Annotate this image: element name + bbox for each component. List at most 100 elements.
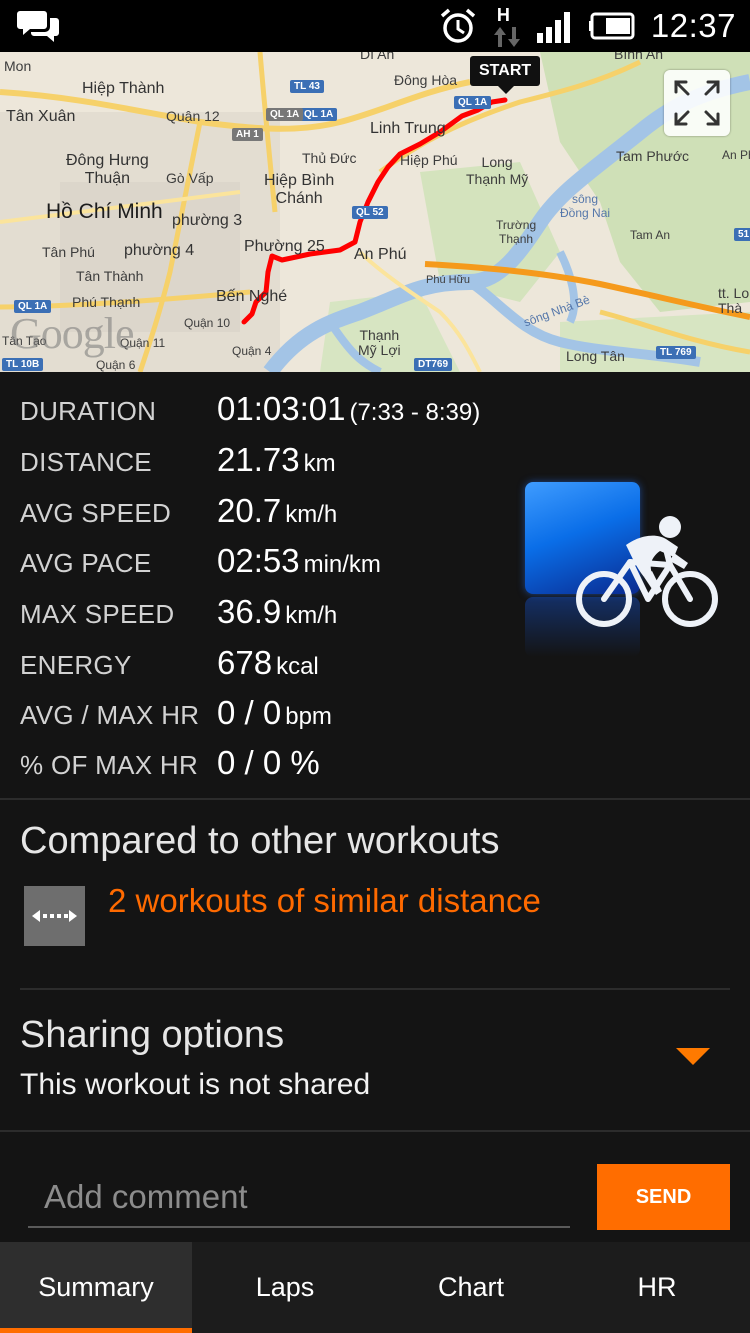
map-label: Quận 4 (232, 344, 272, 358)
map-label: Quận 6 (96, 358, 136, 372)
expand-icon (674, 80, 720, 126)
similar-workouts-link[interactable]: 2 workouts of similar distance (108, 882, 541, 920)
map-label: Hiệp Bình Chánh (264, 172, 335, 207)
stat-unit: km/h (285, 602, 338, 629)
stat-value: 20.7 km/h (217, 492, 338, 529)
map-label: Quận 12 (166, 108, 220, 124)
stat-unit: min/km (303, 551, 381, 578)
stat-row-energy: ENERGY 678 kcal (20, 644, 540, 684)
map-label: Hiệp Phú (400, 152, 458, 168)
stat-row-max-speed: MAX SPEED 36.9 km/h (20, 593, 540, 633)
road-shield: DT769 (414, 358, 453, 371)
stat-row-avg-pace: AVG PACE 02:53 min/km (20, 542, 540, 582)
stat-label: AVG SPEED (20, 498, 172, 528)
map-label: Tân Xuân (6, 108, 76, 125)
sharing-status: This workout is not shared (20, 1068, 371, 1101)
stat-unit: bpm (285, 703, 332, 730)
send-button[interactable]: SEND (597, 1164, 730, 1230)
map-label: Tân Phú (42, 244, 95, 260)
road-shield: QL 52 (352, 206, 388, 219)
map-label: Trường Thạnh (496, 218, 537, 246)
compare-section-title: Compared to other workouts (20, 820, 500, 862)
stat-value: 02:53 min/km (217, 542, 381, 579)
stat-row-duration: DURATION 01:03:01 (7:33 - 8:39) (20, 390, 540, 430)
stat-label: DISTANCE (20, 447, 152, 477)
stat-label: MAX SPEED (20, 599, 175, 629)
stat-label: AVG / MAX HR (20, 700, 200, 730)
map-label: An Phư (722, 148, 750, 162)
map-label: Phường 25 (244, 238, 325, 255)
stat-row-avg-speed: AVG SPEED 20.7 km/h (20, 492, 540, 532)
fullscreen-map-button[interactable] (664, 70, 730, 136)
chat-notification-icon (17, 11, 59, 42)
road-shield: QL 1A (454, 96, 492, 109)
map-label: Đông Hưng Thuận (66, 152, 149, 187)
stat-unit: km/h (285, 501, 338, 528)
stat-value: 678 kcal (217, 644, 319, 681)
tab-hr[interactable]: HR (564, 1242, 750, 1333)
clock-time: 12:37 (650, 7, 736, 44)
map-label: An Phú (354, 246, 407, 263)
route-map[interactable]: Mon Hiệp Thành Tân Xuân Quận 12 Đông Hưn… (0, 52, 750, 372)
road-shield: AH 1 (232, 128, 263, 141)
network-type-indicator: H (491, 3, 521, 49)
map-label: Hiệp Thành (82, 80, 165, 97)
divider (20, 988, 730, 990)
map-label: Thủ Đức (302, 150, 357, 166)
stat-value: 01:03:01 (7:33 - 8:39) (217, 390, 481, 427)
map-label: Đông Hòa (394, 72, 458, 88)
map-label: Phú Hữu (426, 274, 471, 286)
data-arrows-icon (493, 27, 520, 47)
workout-stats: DURATION 01:03:01 (7:33 - 8:39) DISTANCE … (0, 372, 750, 800)
battery-icon (588, 12, 635, 40)
divider (0, 798, 750, 800)
map-label: phường 4 (124, 242, 195, 259)
cycling-icon (576, 516, 718, 627)
stat-unit: kcal (276, 653, 319, 680)
map-label: Dĩ An (360, 52, 395, 62)
tab-chart[interactable]: Chart (378, 1242, 564, 1333)
road-shield: TL 769 (656, 346, 696, 359)
map-label: phường 3 (172, 212, 243, 229)
divider (0, 1130, 750, 1132)
map-label: Long Thạnh Mỹ (466, 154, 529, 187)
network-type-label: H (496, 5, 510, 25)
stat-value: 0 / 0 bpm (217, 694, 332, 731)
stat-row-distance: DISTANCE 21.73 km (20, 441, 540, 481)
stat-value: 21.73 km (217, 441, 336, 478)
tab-summary[interactable]: Summary (0, 1242, 192, 1333)
stat-label: DURATION (20, 396, 157, 426)
map-label: sông Đồng Nai (560, 192, 611, 220)
distance-compare-icon (24, 886, 85, 946)
map-label: Bến Nghé (216, 288, 288, 305)
dropdown-arrow-icon[interactable] (676, 1048, 710, 1065)
map-label: Linh Trung (370, 120, 446, 137)
map-label: Gò Vấp (166, 170, 214, 186)
road-shield: TL 10B (2, 358, 44, 371)
stat-unit: km (303, 450, 336, 477)
map-label: Quận 10 (184, 316, 231, 330)
stat-unit: (7:33 - 8:39) (349, 399, 481, 426)
stat-label: AVG PACE (20, 548, 152, 578)
tab-laps[interactable]: Laps (192, 1242, 378, 1333)
road-shield: QL 1A (300, 108, 338, 121)
road-shield: 51 (734, 228, 750, 241)
stat-value: 36.9 km/h (217, 593, 338, 630)
road-shield: QL 1A (266, 108, 304, 121)
start-marker: START (470, 56, 541, 94)
stat-row-pct-max-hr: % OF MAX HR 0 / 0 % (20, 744, 540, 784)
signal-icon (536, 12, 570, 43)
stat-label: % OF MAX HR (20, 750, 199, 780)
google-watermark: Google (10, 309, 135, 358)
alarm-icon (440, 8, 476, 43)
stat-value: 0 / 0 % (217, 744, 320, 781)
stat-row-hr: AVG / MAX HR 0 / 0 bpm (20, 694, 540, 734)
comment-input[interactable] (28, 1168, 570, 1228)
road-shield: TL 43 (290, 80, 324, 93)
map-label: tt. Lo Thà (718, 285, 750, 316)
map-label: Tam Phước (616, 148, 690, 164)
map-label: Long Tân (566, 348, 625, 364)
sharing-section-title: Sharing options (20, 1014, 285, 1056)
map-label: Tân Thành (76, 268, 144, 284)
map-label: Mon (4, 58, 32, 74)
